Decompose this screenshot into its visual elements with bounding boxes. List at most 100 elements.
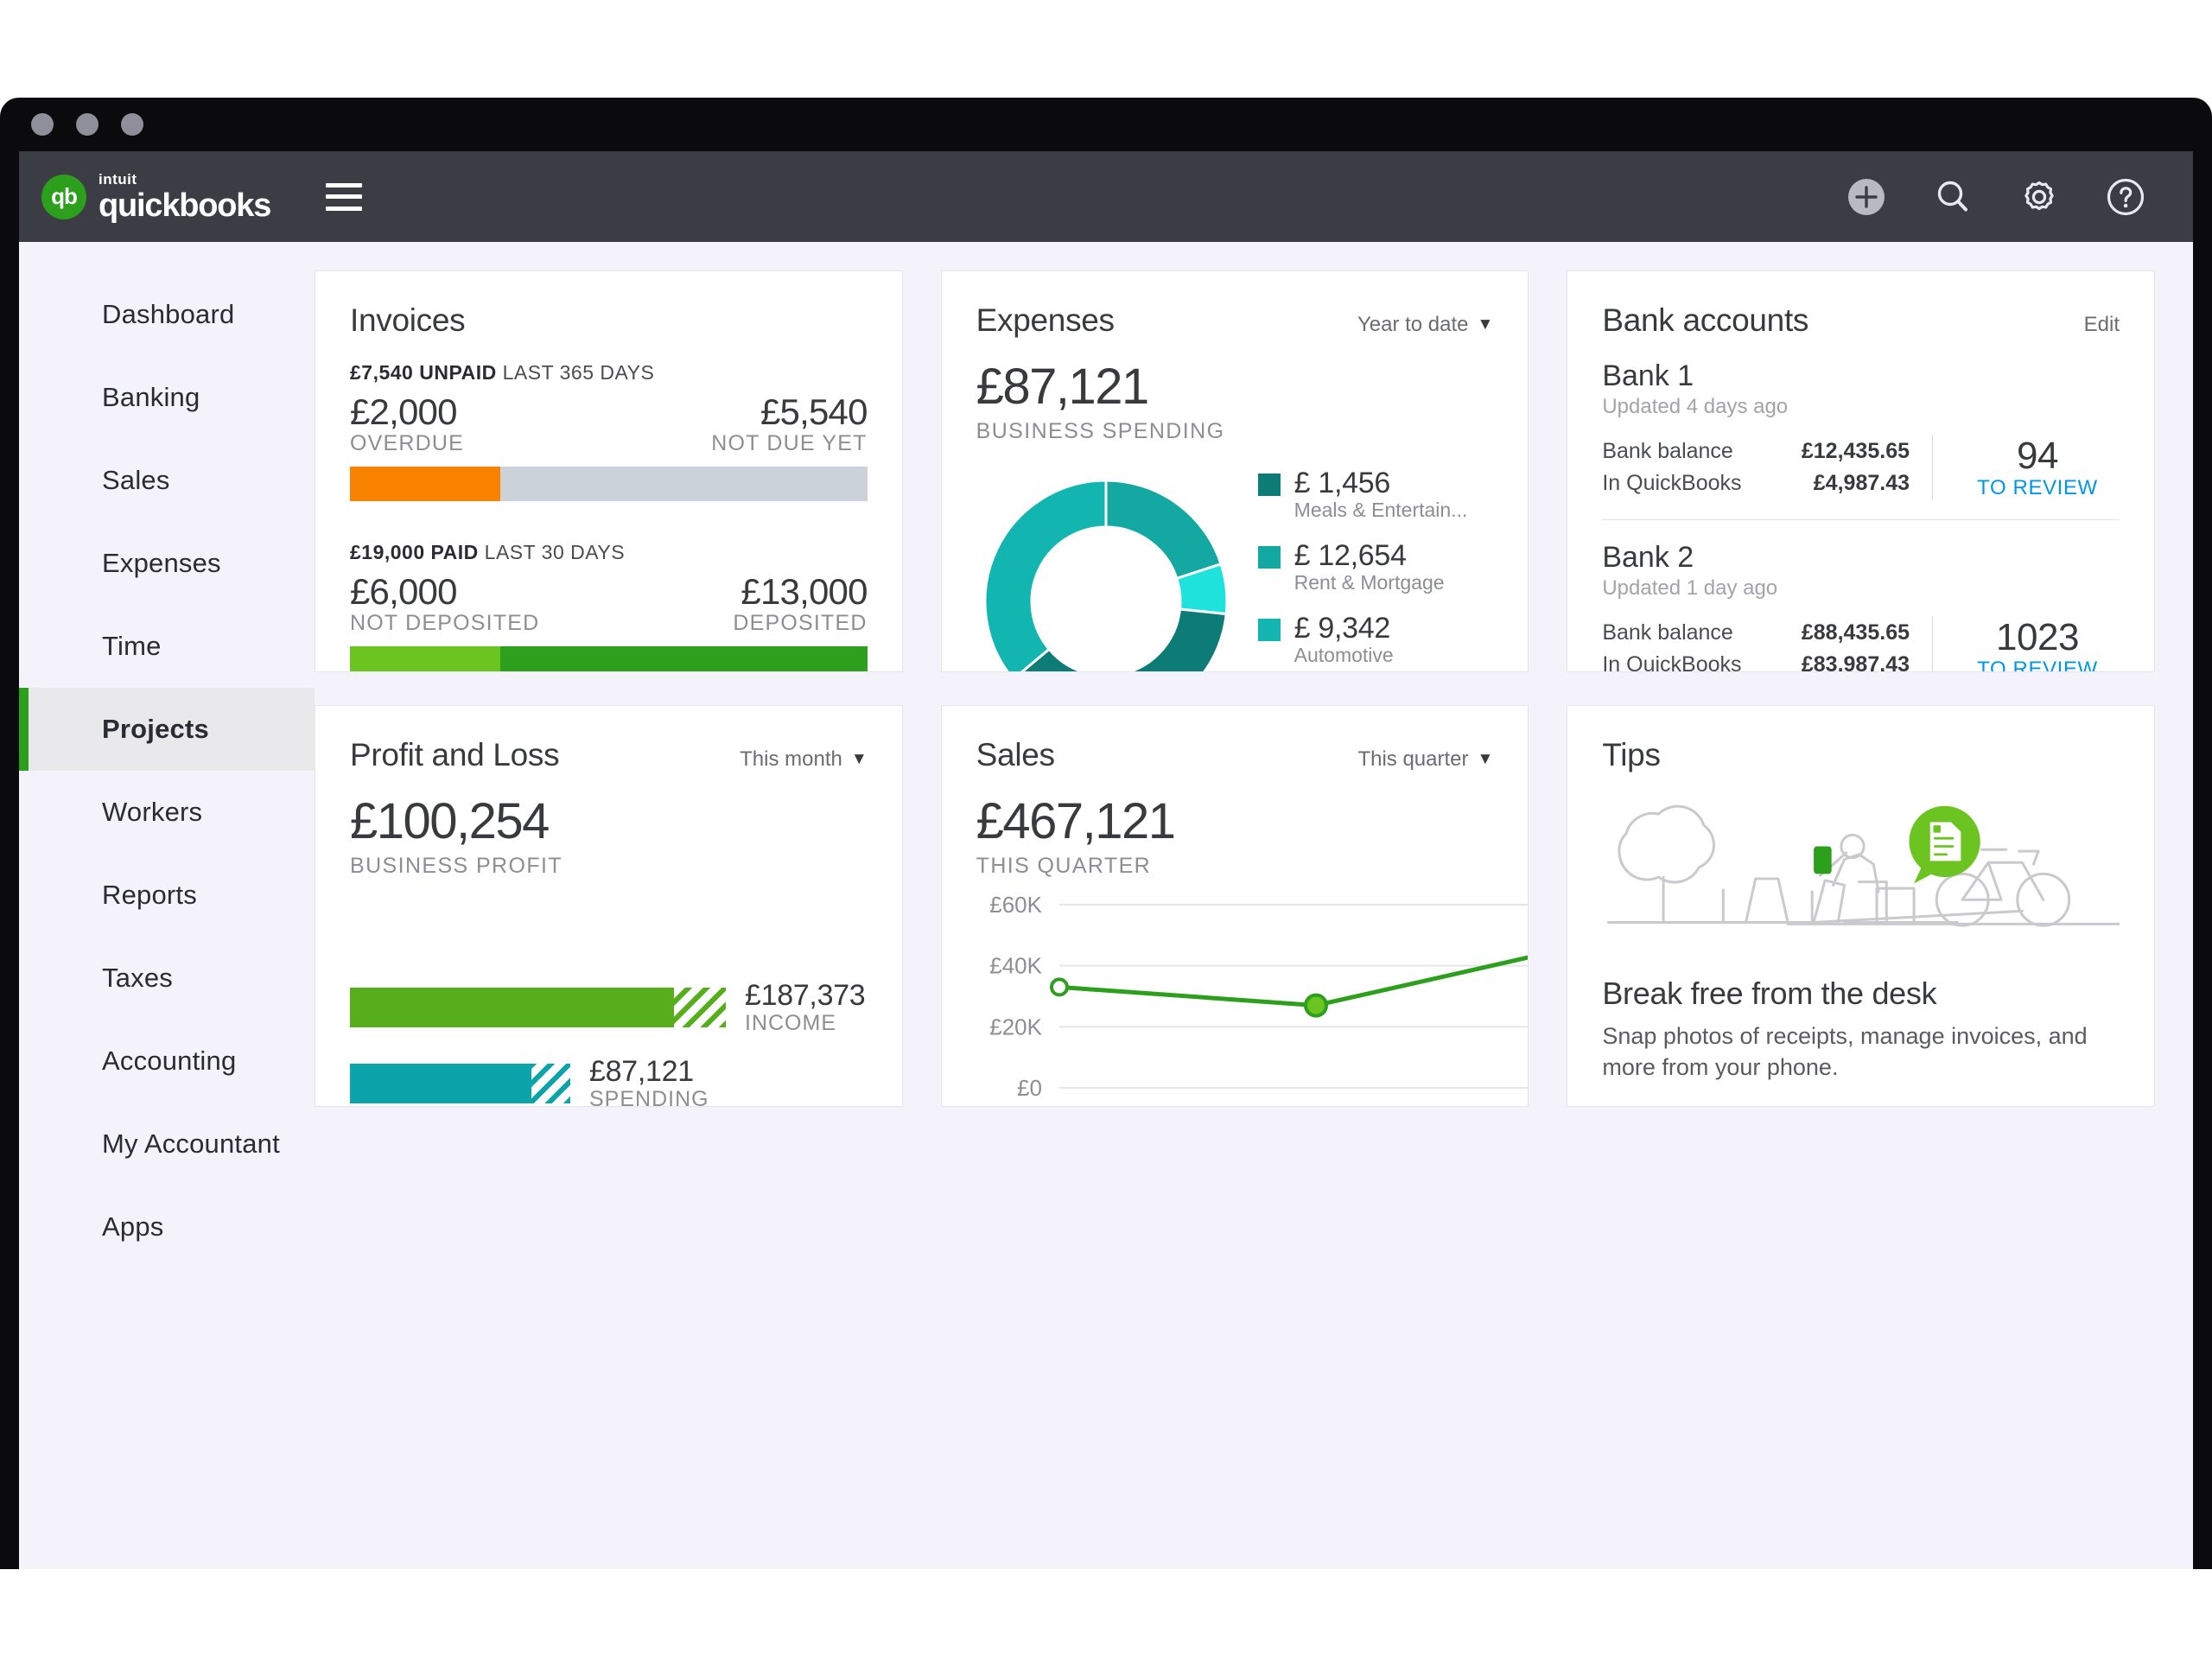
notdeposited-bar-segment xyxy=(350,646,500,671)
bank-accounts-card: Bank accounts Edit Bank 1 Updated 4 days… xyxy=(1567,270,2155,672)
spending-bar-solid xyxy=(350,1063,531,1103)
sidebar-item-banking[interactable]: Banking xyxy=(19,356,315,439)
bank-account-row[interactable]: Bank 2 Updated 1 day ago Bank balance £8… xyxy=(1602,541,2120,672)
bank-balance-value: £88,435.65 xyxy=(1801,620,1910,645)
sidebar-item-label: Time xyxy=(102,631,162,661)
profit-loss-range-label: This month xyxy=(740,747,842,771)
overdue-value: £2,000 xyxy=(350,391,457,432)
sales-range-dropdown[interactable]: This quarter ▼ xyxy=(1357,747,1493,772)
add-icon[interactable] xyxy=(1846,176,1887,218)
income-bar-hatch xyxy=(674,987,726,1027)
sidebar-item-apps[interactable]: Apps xyxy=(19,1185,315,1268)
to-review-button[interactable]: 94 TO REVIEW xyxy=(1955,435,2120,500)
bank-account-row[interactable]: Bank 1 Updated 4 days ago Bank balance £… xyxy=(1602,359,2120,500)
sidebar-item-label: Apps xyxy=(102,1211,164,1242)
gear-icon[interactable] xyxy=(2018,176,2060,218)
to-review-button[interactable]: 1023 TO REVIEW xyxy=(1955,616,2120,672)
card-title: Tips xyxy=(1602,737,1661,772)
legend-value: £ 1,456 xyxy=(1294,467,1391,499)
sidebar-item-projects[interactable]: Projects xyxy=(19,688,315,771)
sales-sub-label: THIS QUARTER xyxy=(976,854,1152,878)
data-point[interactable] xyxy=(1049,977,1069,997)
sidebar-item-my-accountant[interactable]: My Accountant xyxy=(19,1103,315,1185)
deposited-bar-segment xyxy=(499,646,868,671)
legend-value: £ 12,654 xyxy=(1294,539,1407,572)
notdue-value: £5,540 xyxy=(760,391,868,432)
in-quickbooks-label: In QuickBooks xyxy=(1602,471,1742,495)
to-review-label: TO REVIEW xyxy=(1977,658,2098,672)
card-title: Bank accounts xyxy=(1602,302,1809,338)
bank-balance-label: Bank balance xyxy=(1602,438,1733,463)
qb-logo-icon: qb xyxy=(41,174,86,219)
hamburger-icon[interactable] xyxy=(326,182,363,211)
donut-segment[interactable] xyxy=(1104,479,1223,581)
get-mobile-app-link[interactable]: Get the mobile app xyxy=(1602,1104,2120,1106)
tips-heading: Break free from the desk xyxy=(1602,976,1937,1011)
spending-label: SPENDING xyxy=(589,1086,709,1107)
expenses-range-dropdown[interactable]: Year to date ▼ xyxy=(1357,313,1493,337)
legend-item[interactable]: £ 1,456 Meals & Entertain... xyxy=(1257,467,1468,522)
to-review-count: 1023 xyxy=(1996,616,2079,658)
legend-swatch xyxy=(1257,474,1281,496)
sidebar-item-accounting[interactable]: Accounting xyxy=(19,1020,315,1103)
chevron-down-icon: ▼ xyxy=(1477,750,1494,768)
sidebar-item-label: My Accountant xyxy=(102,1128,280,1159)
legend-item[interactable]: £ 12,654 Rent & Mortgage xyxy=(1257,539,1468,594)
income-bar xyxy=(350,987,726,1027)
window-close-button[interactable] xyxy=(31,113,54,136)
in-quickbooks-value: £4,987.43 xyxy=(1813,471,1910,495)
sidebar-item-label: Projects xyxy=(102,714,209,744)
expenses-donut-chart[interactable] xyxy=(976,472,1236,672)
expenses-legend: £ 1,456 Meals & Entertain... £ 12,654 Re… xyxy=(1257,463,1468,671)
sidebar-item-time[interactable]: Time xyxy=(19,605,315,688)
paid-progress-bar[interactable] xyxy=(350,646,868,671)
legend-category: Rent & Mortgage xyxy=(1294,571,1445,594)
profit-loss-range-dropdown[interactable]: This month ▼ xyxy=(740,747,868,772)
profit-loss-card: Profit and Loss This month ▼ £100,254 BU… xyxy=(315,705,903,1107)
bank-name: Bank 2 xyxy=(1602,541,1694,574)
sidebar-item-expenses[interactable]: Expenses xyxy=(19,522,315,605)
legend-swatch xyxy=(1257,619,1281,641)
sidebar-item-taxes[interactable]: Taxes xyxy=(19,937,315,1020)
bank-name: Bank 1 xyxy=(1602,359,1694,392)
sidebar-item-sales[interactable]: Sales xyxy=(19,439,315,522)
sales-line-chart[interactable]: £0£20K£40K£60KJanFebMar xyxy=(976,892,1529,1107)
donut-segment[interactable] xyxy=(983,479,1108,672)
data-point[interactable] xyxy=(1303,993,1328,1018)
legend-category: Meals & Entertain... xyxy=(1294,499,1468,521)
y-axis-tick-label: £60K xyxy=(989,893,1042,918)
income-value: £187,373 xyxy=(745,979,866,1012)
window-maximize-button[interactable] xyxy=(121,113,143,136)
edit-button[interactable]: Edit xyxy=(2084,313,2120,337)
dashboard-grid: Invoices £7,540 UNPAID LAST 365 DAYS £2,… xyxy=(315,242,2193,1569)
app-window: qb intuit quickbooks Dashboard Banking S… xyxy=(0,98,2212,1569)
notdeposited-value: £6,000 xyxy=(350,571,457,612)
unpaid-period: LAST 365 DAYS xyxy=(502,361,655,384)
tips-illustration xyxy=(1602,796,2120,960)
search-icon[interactable] xyxy=(1932,176,1974,218)
expenses-card: Expenses Year to date ▼ £87,121 BUSINESS… xyxy=(940,270,1529,672)
donut-segment[interactable] xyxy=(1013,607,1228,672)
window-minimize-button[interactable] xyxy=(76,113,99,136)
sidebar-item-dashboard[interactable]: Dashboard xyxy=(19,273,315,356)
unpaid-progress-bar[interactable] xyxy=(350,467,868,501)
profit-total: £100,254 xyxy=(350,793,550,849)
sidebar-item-label: Workers xyxy=(102,797,203,827)
expenses-range-label: Year to date xyxy=(1357,313,1469,336)
bank-balance-value: £12,435.65 xyxy=(1801,438,1910,463)
bank-updated: Updated 1 day ago xyxy=(1602,576,1778,600)
sidebar-item-workers[interactable]: Workers xyxy=(19,771,315,854)
spending-bar-row[interactable]: £87,121 SPENDING xyxy=(350,1056,868,1107)
card-title: Profit and Loss xyxy=(350,737,560,772)
income-label: INCOME xyxy=(745,1010,836,1035)
income-bar-solid xyxy=(350,987,674,1027)
sidebar-item-reports[interactable]: Reports xyxy=(19,854,315,937)
top-navigation-bar: qb intuit quickbooks xyxy=(19,151,2193,242)
expenses-sub-label: BUSINESS SPENDING xyxy=(976,419,1225,443)
chevron-down-icon: ▼ xyxy=(1477,315,1494,334)
income-bar-row[interactable]: £187,373 INCOME xyxy=(350,979,868,1035)
legend-item[interactable]: £ 9,342 Automotive xyxy=(1257,612,1468,667)
bank-updated: Updated 4 days ago xyxy=(1602,395,1789,418)
help-icon[interactable] xyxy=(2105,176,2146,218)
quickbooks-logo[interactable]: qb intuit quickbooks xyxy=(41,172,271,222)
